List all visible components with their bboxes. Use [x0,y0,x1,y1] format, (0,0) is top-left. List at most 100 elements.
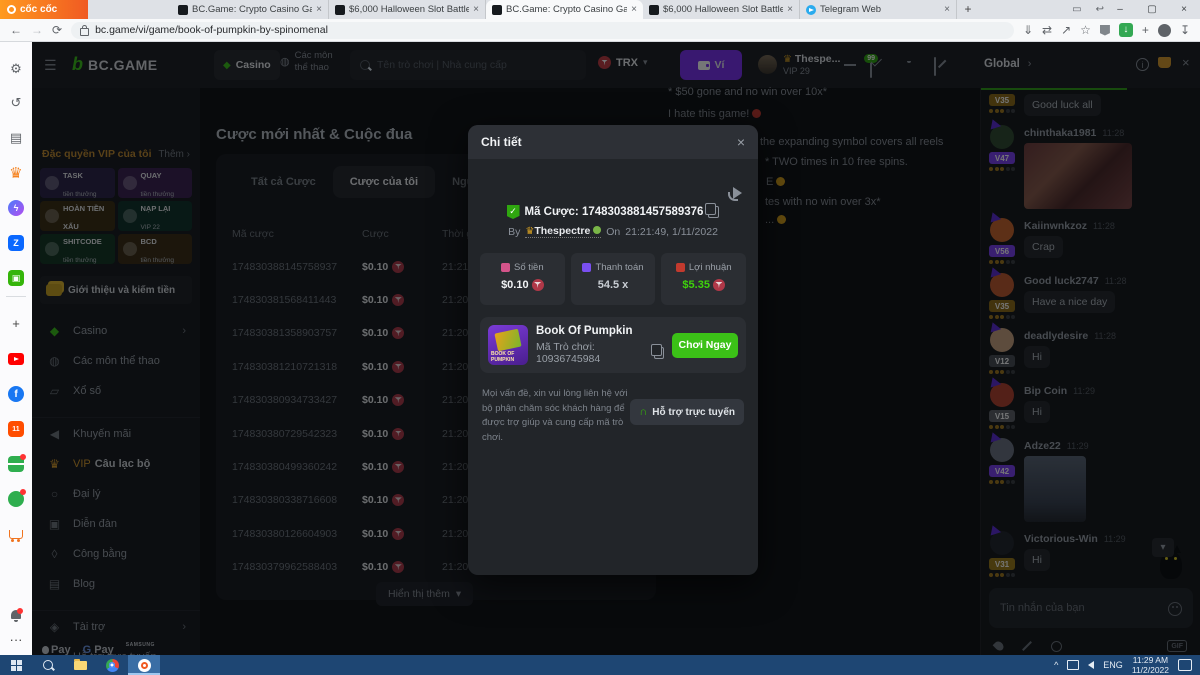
bet-username[interactable]: ♛Thespectre [525,225,601,238]
modal-close-icon[interactable]: × [737,134,745,150]
cart-icon[interactable] [7,525,25,543]
stat-value: $0.10 [501,279,529,291]
save-page-icon[interactable]: ⇓ [1023,23,1033,37]
gift-icon[interactable] [7,455,25,473]
volume-icon[interactable] [1088,661,1094,669]
tab-favicon-icon [335,5,345,15]
reload-button[interactable]: ⟳ [52,23,62,37]
tab-close-icon[interactable]: × [787,4,793,15]
gift-badge-dot [20,454,26,460]
action-center-icon[interactable] [1178,659,1192,671]
close-window-button[interactable]: × [1168,0,1200,19]
history-icon[interactable]: ↺ [7,94,25,112]
share-bet-icon[interactable] [733,187,742,199]
youtube-icon[interactable] [7,350,25,368]
stat-label: Thanh toán [595,262,643,273]
facebook-icon[interactable]: f [7,385,25,403]
windows-taskbar: ^ ENG 11:29 AM11/2/2022 [0,655,1200,675]
coccoc-brand[interactable]: cốc cốc [0,0,88,19]
extensions-puzzle-icon[interactable]: + [1142,23,1149,37]
window-controls: – ▢ × [1104,0,1200,19]
taskbar-search-button[interactable] [32,655,64,675]
bet-id-row: ✓ Mã Cược: 1748303881457589376 [468,205,758,219]
shop-label: 11 [8,421,24,437]
stat-label-row: Lợi nhuận [661,262,746,273]
bookmark-star-icon[interactable]: ☆ [1080,23,1091,37]
newsfeed-icon[interactable]: ▤ [7,129,25,147]
game-thumbnail[interactable]: BOOK OF PUMPKIN [488,325,528,365]
forward-button[interactable]: → [31,23,43,37]
clock-time: 11:29 AM [1133,655,1168,665]
game-card: BOOK OF PUMPKIN Book Of Pumpkin Mã Trò c… [480,317,746,373]
zalo-icon[interactable]: Z [7,234,25,252]
play-now-button[interactable]: Chơi Ngay [672,333,738,358]
browser-tab[interactable]: BC.Game: Crypto Casino Gan × [172,0,329,19]
live-support-button[interactable]: ∩ Hỗ trợ trực tuyến [630,399,744,425]
stat-icon [582,263,591,272]
crown-icon: ♛ [525,226,534,237]
sidebar-divider [6,296,26,297]
chrome-button[interactable] [96,655,128,675]
browser-tab[interactable]: Telegram Web × [800,0,957,19]
share-icon[interactable]: ↗ [1061,23,1071,37]
notifications-bell-icon[interactable] [7,605,25,623]
trx-icon [713,279,725,291]
stat-label-row: Thanh toán [571,262,656,273]
chrome-icon [106,659,119,672]
frog-emoji-icon [593,226,601,234]
coccoc-taskbar-button[interactable] [128,655,160,675]
bet-detail-modal: Chi tiết × ✓ Mã Cược: 174830388145758937… [468,125,758,575]
adblock-shield-icon[interactable] [1100,25,1110,36]
new-tab-button[interactable]: + [957,0,979,19]
start-button[interactable] [0,655,32,675]
download-button[interactable]: ↓ [1119,23,1133,37]
taskbar-clock[interactable]: 11:29 AM11/2/2022 [1132,655,1169,675]
minimize-button[interactable]: – [1104,0,1136,19]
capture-icon[interactable]: ▭ [1072,4,1081,15]
stat-label: Số tiền [514,262,544,273]
downloads-tray-icon[interactable]: ↧ [1180,23,1190,37]
tab-title: BC.Game: Crypto Casino Gan [192,4,312,15]
trx-icon [532,279,544,291]
file-explorer-button[interactable] [64,655,96,675]
settings-gear-icon[interactable]: ⚙ [7,60,25,78]
crown-icon[interactable]: ♛ [7,164,25,182]
browser-tab[interactable]: $6,000 Halloween Slot Battle × [643,0,800,19]
language-indicator[interactable]: ENG [1103,660,1123,670]
hidden-icons-chevron[interactable]: ^ [1054,660,1058,670]
support-note: Mọi vấn đề, xin vui lòng liên hệ với bộ … [482,387,634,446]
tab-close-icon[interactable]: × [316,4,322,15]
pumpkin-book-art [494,329,521,352]
url-bar[interactable]: bc.game/vi/game/book-of-pumpkin-by-spino… [71,22,1014,39]
tab-close-icon[interactable]: × [473,4,479,15]
profile-avatar[interactable] [1158,24,1171,37]
tab-close-icon[interactable]: × [631,4,637,15]
game-name: Book Of Pumpkin [536,325,664,337]
maximize-button[interactable]: ▢ [1136,0,1168,19]
shop-sale-icon[interactable]: 11 [7,420,25,438]
stat-value: $5.35 [682,279,710,291]
tab-close-icon[interactable]: × [944,4,950,15]
back-button[interactable]: ← [10,23,22,37]
translate-icon[interactable]: ⇄ [1042,23,1052,37]
browser-tab[interactable]: $6,000 Halloween Slot Battle × [329,0,486,19]
more-dots-icon[interactable]: ··· [7,630,25,648]
add-shortcut-icon[interactable]: + [7,314,25,332]
restore-session-icon[interactable]: ↩ [1096,4,1104,15]
copy-game-id-icon[interactable] [654,347,664,359]
zalo-letter: Z [8,235,24,251]
tab-title: Telegram Web [820,4,940,15]
youtube-play-icon [8,353,24,365]
bet-by-row: By ♛Thespectre On 21:21:49, 1/11/2022 [468,225,758,238]
gift-box [8,456,24,472]
promo-leaf-icon[interactable] [7,490,25,508]
network-icon[interactable] [1067,660,1079,670]
stat-label-row: Số tiền [480,262,565,273]
copy-bet-id-icon[interactable] [708,206,719,218]
messenger-icon[interactable]: ϟ [7,199,25,217]
browser-tab[interactable]: BC.Game: Crypto Casino Gan × [486,0,643,19]
tab-favicon-icon [806,5,816,15]
leaf-dot [8,491,24,507]
games-icon[interactable]: ▣ [7,269,25,287]
headset-icon: ∩ [639,406,647,418]
